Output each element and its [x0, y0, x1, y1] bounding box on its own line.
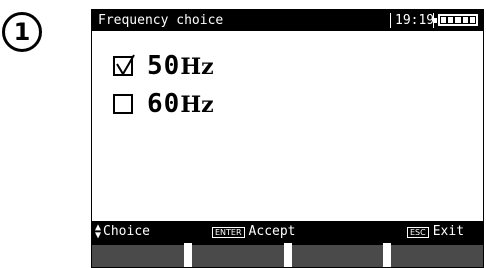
option-50hz[interactable]: 50Hz [113, 51, 214, 81]
hint-exit-label: Exit [432, 224, 465, 239]
checkbox-checked-icon[interactable] [113, 54, 135, 76]
softkey-row [92, 243, 483, 267]
enter-key-icon: ENTER [212, 226, 245, 238]
esc-key-icon: ESC [407, 226, 429, 238]
title-bar: Frequency choice 19:19 [92, 10, 483, 31]
option-value: 50 [147, 51, 181, 81]
hint-choice: ▲ ▼ Choice [95, 221, 150, 243]
battery-terminal [434, 18, 437, 23]
option-label: 50Hz [147, 51, 214, 81]
softkey-4[interactable] [391, 243, 483, 267]
softkey-3[interactable] [291, 243, 384, 267]
hint-accept-label: Accept [248, 224, 296, 239]
device-screen: Frequency choice 19:19 50Hz 60Hz ▲ ▼ Choi… [91, 9, 484, 268]
hint-choice-label: Choice [103, 224, 150, 239]
hint-accept: ENTER Accept [212, 221, 296, 243]
clock: 19:19 [395, 13, 435, 28]
title-divider [390, 13, 391, 28]
key-hint-bar: ▲ ▼ Choice ENTER Accept ESC Exit [92, 221, 483, 243]
step-number: 1 [13, 18, 31, 46]
option-label: 60Hz [147, 89, 214, 119]
screen-title: Frequency choice [98, 13, 224, 28]
battery-icon [438, 14, 478, 26]
softkey-1[interactable] [92, 243, 184, 267]
up-down-arrow-icon: ▲ ▼ [95, 222, 102, 241]
option-value: 60 [147, 89, 181, 119]
option-unit: Hz [180, 54, 214, 80]
step-number-badge: 1 [2, 12, 42, 52]
checkbox-unchecked-icon[interactable] [113, 94, 133, 114]
option-60hz[interactable]: 60Hz [113, 89, 214, 119]
option-unit: Hz [180, 92, 214, 118]
softkey-2[interactable] [191, 243, 284, 267]
hint-exit: ESC Exit [407, 221, 464, 243]
